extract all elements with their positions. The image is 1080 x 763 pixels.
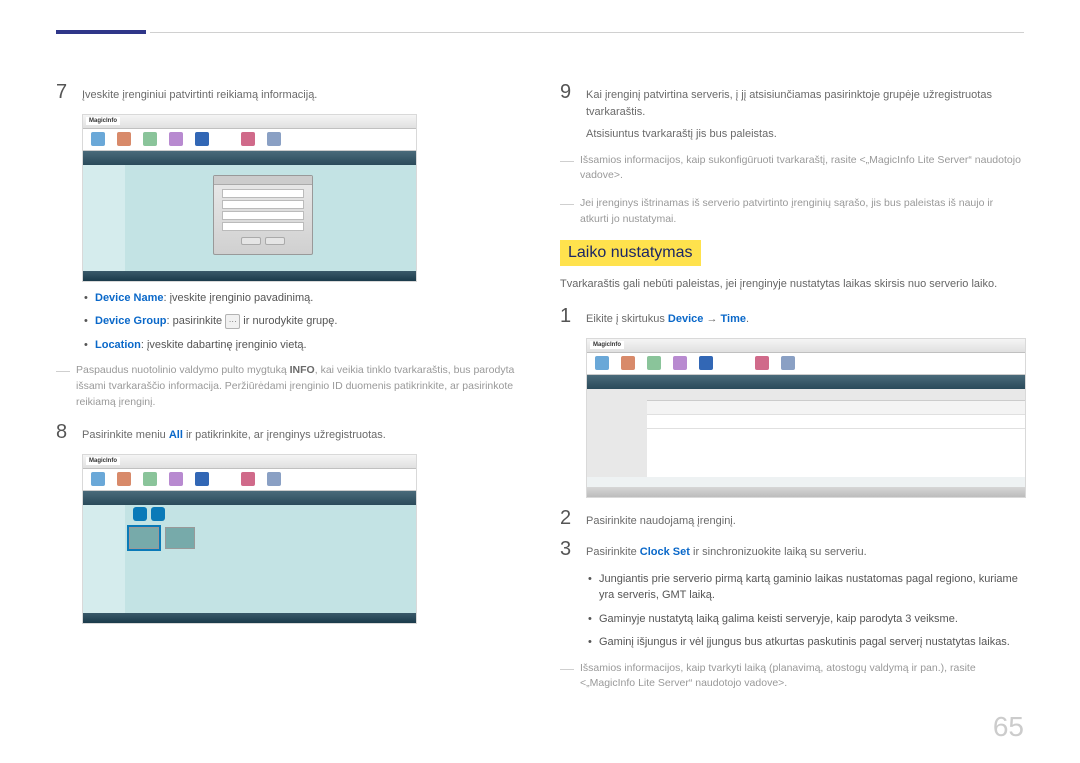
bullet-device-group: Device Group: pasirinkite ··· ir nurodyk… [84,313,520,330]
screenshot-approve-dialog: MagicInfo [82,114,417,282]
dialog-approve [213,175,313,255]
step-text: Pasirinkite naudojamą įrenginį. [586,513,1024,530]
two-columns: 7 Įveskite įrenginiui patvirtinti reikia… [56,82,1024,704]
divider [150,32,1024,33]
step-number: 1 [560,306,574,326]
step-number: 3 [560,539,574,559]
device-thumb [129,527,159,549]
screenshot-time-tab: MagicInfo [586,338,1026,498]
step-text: Įveskite įrenginiui patvirtinti reikiamą… [82,87,520,104]
clock-set-bold: Clock Set [640,546,690,558]
step-3: 3 Pasirinkite Clock Set ir sinchronizuok… [560,539,1024,561]
step-number: 7 [56,82,70,102]
step-number: 9 [560,82,574,102]
step-text: Eikite į skirtukus Device → Time. [586,311,1024,328]
content-area [647,389,1025,477]
info-bold: INFO [290,364,315,376]
note-time-manual: ― Išsamios informacijos, kaip tvarkyti l… [560,661,1024,693]
label: Device Name [95,292,164,304]
label: Location [95,339,141,351]
top-rule [56,30,1024,34]
label: Device Group [95,315,167,327]
app-logo: MagicInfo [590,341,624,349]
sub-bullet: Jungiantis prie serverio pirmą kartą gam… [588,571,1024,604]
step-2: 2 Pasirinkite naudojamą įrenginį. [560,508,1024,530]
all-bold: All [169,429,183,441]
dialog-field [222,222,304,231]
time-tab: Time [721,313,746,325]
sidebar [587,389,647,477]
left-column: 7 Įveskite įrenginiui patvirtinti reikia… [56,82,520,704]
dialog-field [222,211,304,220]
toolbar-btn-icon [133,507,147,521]
step-9: 9 Kai įrenginį patvirtina serveris, į jį… [560,82,1024,143]
step-7: 7 Įveskite įrenginiui patvirtinti reikia… [56,82,520,104]
device-thumb [165,527,195,549]
screenshot-device-list: MagicInfo [82,454,417,624]
dialog-field [222,189,304,198]
step-text: Pasirinkite Clock Set ir sinchronizuokit… [586,544,1024,561]
section-heading: Laiko nustatymas [560,240,701,266]
time-sub-bullets: Jungiantis prie serverio pirmą kartą gam… [588,571,1024,651]
section-intro: Tvarkaraštis gali nebūti paleistas, jei … [560,276,1024,293]
dialog-field [222,200,304,209]
step-8: 8 Pasirinkite meniu All ir patikrinkite,… [56,422,520,444]
step-text: Pasirinkite meniu All ir patikrinkite, a… [82,427,520,444]
note-info: ― Paspaudus nuotolinio valdymo pulto myg… [56,363,520,410]
toolbar-btn-icon [151,507,165,521]
sub-bullet: Gaminį išjungus ir vėl įjungus bus atkur… [588,634,1024,651]
browse-icon: ··· [225,314,240,329]
bullet-location: Location: įveskite dabartinę įrenginio v… [84,337,520,354]
field-bullets: Device Name: įveskite įrenginio pavadini… [84,290,520,354]
page-number: 65 [993,711,1024,743]
device-tab: Device [668,313,703,325]
step-number: 2 [560,508,574,528]
app-logo: MagicInfo [86,117,120,125]
note-manual: ― Išsamios informacijos, kaip sukonfigūr… [560,153,1024,185]
step-number: 8 [56,422,70,442]
sub-bullet: Gaminyje nustatytą laiką galima keisti s… [588,611,1024,628]
accent-bar [56,30,146,34]
step-1: 1 Eikite į skirtukus Device → Time. [560,306,1024,328]
right-column: 9 Kai įrenginį patvirtina serveris, į jį… [560,82,1024,704]
app-logo: MagicInfo [86,457,120,465]
step-text: Kai įrenginį patvirtina serveris, į jį a… [586,87,1024,143]
page: 7 Įveskite įrenginiui patvirtinti reikia… [0,0,1080,724]
bullet-device-name: Device Name: įveskite įrenginio pavadini… [84,290,520,307]
note-delete: ― Jei įrenginys ištrinamas iš serverio p… [560,196,1024,228]
